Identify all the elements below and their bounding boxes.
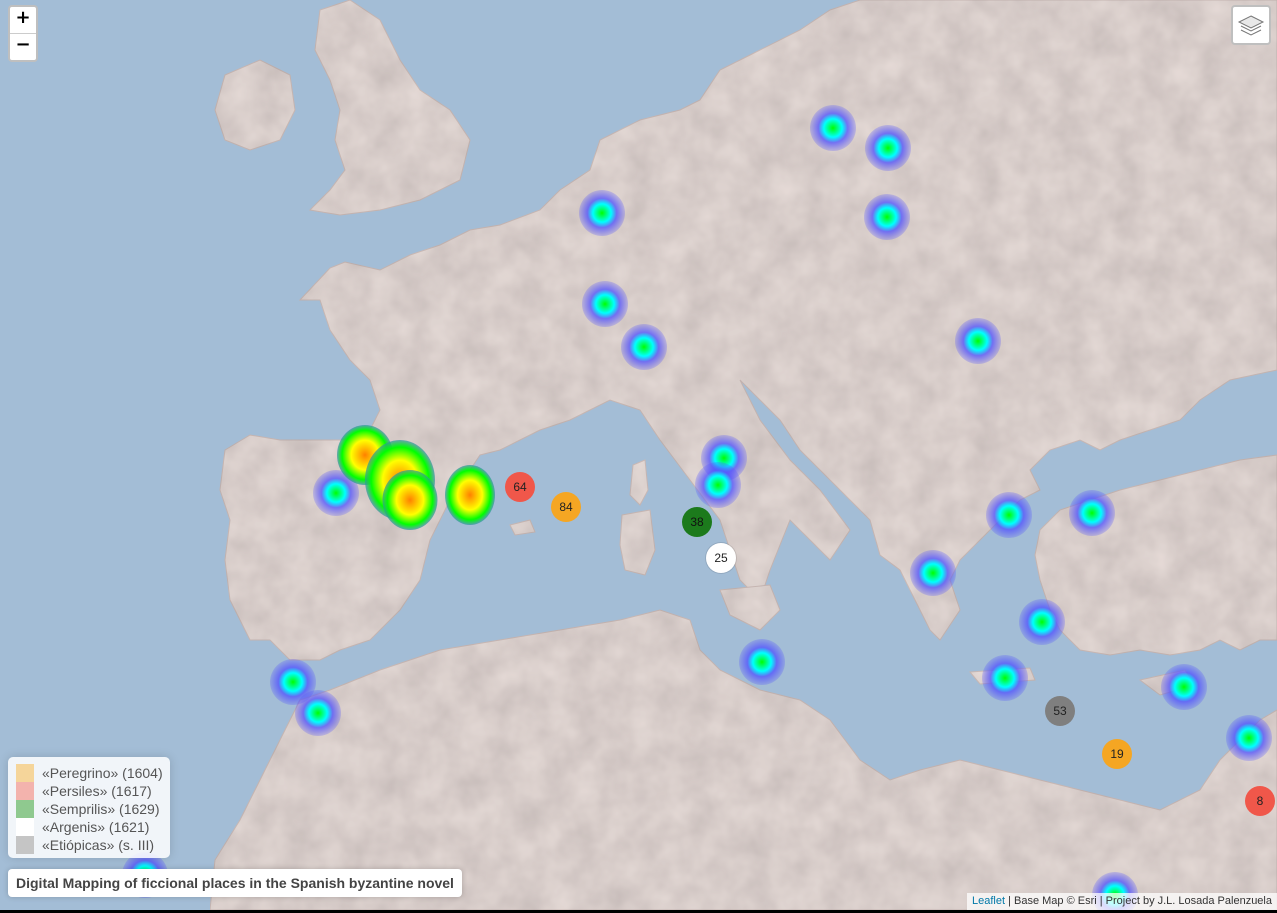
heatmap-spot <box>1226 715 1272 761</box>
layers-icon <box>1237 15 1265 36</box>
heatmap-spot <box>810 105 856 151</box>
heatmap-spot <box>910 550 956 596</box>
cluster-marker[interactable]: 19 <box>1102 739 1132 769</box>
corsica-landmass <box>629 459 649 506</box>
legend-swatch <box>16 800 34 818</box>
legend-label: «Etiópicas» (s. III) <box>42 837 155 853</box>
legend-swatch <box>16 818 34 836</box>
ireland-landmass <box>214 59 296 151</box>
heatmap-spot <box>1019 599 1065 645</box>
legend-item: «Semprilis» (1629) <box>16 800 160 818</box>
attribution-text: | Base Map © Esri | Project by J.L. Losa… <box>1005 895 1272 907</box>
heatmap-spot <box>865 125 911 171</box>
legend: «Peregrino» (1604) «Persiles» (1617) «Se… <box>8 757 170 858</box>
map[interactable]: 64 84 38 25 53 19 8 + − «Peregrino» (160… <box>0 0 1277 910</box>
heatmap-hotspot <box>382 470 438 530</box>
britain-landmass <box>308 0 471 216</box>
legend-label: «Semprilis» (1629) <box>42 801 160 817</box>
cluster-marker[interactable]: 25 <box>706 543 736 573</box>
heatmap-spot <box>739 639 785 685</box>
heatmap-spot <box>295 690 341 736</box>
legend-item: «Persiles» (1617) <box>16 782 152 800</box>
baleares-landmass <box>509 519 536 536</box>
heatmap-spot <box>695 462 741 508</box>
heatmap-spot <box>982 655 1028 701</box>
zoom-in-button[interactable]: + <box>10 7 36 33</box>
anatolia-landmass <box>1034 454 1277 656</box>
cluster-marker[interactable]: 64 <box>505 472 535 502</box>
heatmap-spot <box>955 318 1001 364</box>
heatmap-spot <box>621 324 667 370</box>
leaflet-link[interactable]: Leaflet <box>972 895 1005 907</box>
heatmap-hotspot <box>445 465 495 525</box>
legend-swatch <box>16 782 34 800</box>
heatmap-spot <box>1161 664 1207 710</box>
sardinia-landmass <box>619 509 656 576</box>
heatmap-spot <box>579 190 625 236</box>
legend-swatch <box>16 836 34 854</box>
heatmap-spot <box>1069 490 1115 536</box>
map-title: Digital Mapping of ficcional places in t… <box>8 869 462 897</box>
legend-label: «Peregrino» (1604) <box>42 765 163 781</box>
cluster-marker[interactable]: 84 <box>551 492 581 522</box>
heatmap-spot <box>582 281 628 327</box>
cluster-marker[interactable]: 38 <box>682 507 712 537</box>
cluster-marker[interactable]: 53 <box>1045 696 1075 726</box>
layers-control-button[interactable] <box>1231 5 1271 45</box>
legend-item: «Etiópicas» (s. III) <box>16 836 154 854</box>
legend-label: «Persiles» (1617) <box>42 783 152 799</box>
zoom-control: + − <box>8 5 38 62</box>
legend-item: «Argenis» (1621) <box>16 818 149 836</box>
attribution: Leaflet | Base Map © Esri | Project by J… <box>967 893 1277 910</box>
base-map <box>209 0 1277 910</box>
legend-item: «Peregrino» (1604) <box>16 764 163 782</box>
zoom-out-button[interactable]: − <box>10 33 36 60</box>
legend-swatch <box>16 764 34 782</box>
sicily-landmass <box>719 584 781 631</box>
legend-label: «Argenis» (1621) <box>42 819 150 835</box>
heatmap-spot <box>864 194 910 240</box>
cluster-marker[interactable]: 8 <box>1245 786 1275 816</box>
heatmap-spot <box>986 492 1032 538</box>
